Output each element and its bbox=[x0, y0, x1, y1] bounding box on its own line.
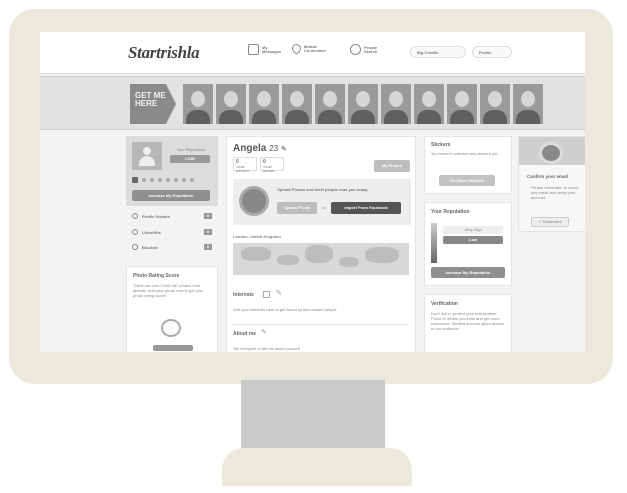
upload-photo-icon bbox=[239, 186, 269, 216]
reputation-label: Your Reputation bbox=[176, 147, 206, 152]
edit-pencil-icon[interactable]: ✎ bbox=[261, 328, 267, 336]
interests-checkbox[interactable] bbox=[263, 291, 270, 298]
confirm-email-card: Confirm your email Please remember to ch… bbox=[518, 136, 585, 232]
count-badge: 0 bbox=[204, 229, 212, 235]
member-photo[interactable] bbox=[183, 84, 213, 124]
member-photo[interactable] bbox=[381, 84, 411, 124]
nav-messages-label: My Messages bbox=[262, 44, 282, 54]
divider bbox=[233, 324, 409, 325]
email-sent-button[interactable]: ✓ Email sent bbox=[531, 217, 569, 227]
upload-photo-button[interactable]: Upload Photo bbox=[277, 202, 317, 214]
block-icon bbox=[132, 244, 138, 250]
member-photo[interactable] bbox=[447, 84, 477, 124]
increase-reputation-button[interactable]: Increase My Reputation bbox=[132, 190, 210, 201]
menu-profile-visitors[interactable]: Profile Visitors 0 bbox=[132, 213, 212, 219]
profile-label: Profile bbox=[479, 50, 492, 55]
check-icon: ✓ bbox=[538, 219, 542, 224]
search-icon bbox=[350, 44, 361, 55]
member-photo[interactable] bbox=[513, 84, 543, 124]
profile-name: Angela bbox=[233, 143, 267, 154]
heart-icon bbox=[290, 42, 303, 55]
email-sent-label: Email sent bbox=[542, 219, 562, 224]
menu-label: Profile Visitors bbox=[142, 213, 171, 219]
stickers-text: You haven't collected any stickers yet. bbox=[431, 151, 499, 156]
about-label: About me bbox=[233, 331, 257, 337]
get-stickers-button[interactable]: Get More Stickers bbox=[439, 175, 495, 186]
upload-title: Upload Photos and meet people near you t… bbox=[277, 187, 369, 192]
increase-reputation-button[interactable]: Increase My Reputation bbox=[431, 267, 505, 278]
location-label: London, United Kingdom bbox=[233, 234, 281, 239]
site-logo[interactable]: Startrishla bbox=[128, 43, 200, 63]
member-photo[interactable] bbox=[348, 84, 378, 124]
confirm-email-title: Confirm your email bbox=[527, 174, 569, 179]
nav-mutual[interactable]: Mutual Connection bbox=[290, 42, 326, 55]
profile-name-row: Angela 23 ✎ bbox=[233, 143, 287, 154]
reputation-summary: Your Reputation LOW Increase My Reputati… bbox=[126, 136, 218, 206]
member-photo[interactable] bbox=[414, 84, 444, 124]
profile-button[interactable]: Profile bbox=[472, 46, 512, 58]
stat-label: YOUR ACTIVITY bbox=[236, 165, 250, 173]
members-banner: GET ME HERE bbox=[40, 76, 585, 130]
verification-card: Verification Don't fall in, protect your… bbox=[424, 294, 512, 352]
import-facebook-button[interactable]: Import From Facebook bbox=[331, 202, 401, 214]
photo-rating-title: Photo Rating Score bbox=[133, 273, 180, 279]
profile-age: 23 bbox=[269, 144, 279, 153]
count-badge: 0 bbox=[204, 213, 212, 219]
eye-icon bbox=[132, 213, 138, 219]
stickers-title: Stickers bbox=[431, 142, 451, 148]
reputation-level-high: Very High bbox=[443, 226, 503, 234]
add-photo-button[interactable] bbox=[153, 345, 193, 351]
get-me-here-button[interactable]: GET ME HERE bbox=[130, 84, 176, 124]
count-badge: 0 bbox=[204, 244, 212, 250]
reputation-level: LOW bbox=[170, 155, 210, 163]
location-map[interactable] bbox=[233, 243, 409, 275]
avatar[interactable] bbox=[132, 142, 162, 170]
credits-label: Big Credits bbox=[417, 50, 439, 55]
reputation-level-current: Low bbox=[443, 236, 503, 244]
verification-text: Don't fall in, protect your real profile… bbox=[431, 311, 505, 331]
member-photo[interactable] bbox=[249, 84, 279, 124]
stat-box-activity: 0 YOUR ACTIVITY bbox=[233, 157, 257, 173]
menu-label: Likes/Hits bbox=[142, 229, 161, 235]
credits-button[interactable]: Big Credits bbox=[410, 46, 466, 58]
photo-rating-card: Photo Rating Score There are over 3,000,… bbox=[126, 266, 218, 352]
reputation-progress bbox=[132, 177, 194, 183]
stat-box-rating: 0 YOUR RATING bbox=[260, 157, 284, 173]
about-hint: Tell everyone a little bit about yoursel… bbox=[233, 346, 300, 351]
nav-messages[interactable]: My Messages bbox=[248, 44, 282, 55]
member-photo[interactable] bbox=[480, 84, 510, 124]
stickers-card: Stickers You haven't collected any stick… bbox=[424, 136, 512, 194]
stat-label: YOUR RATING bbox=[263, 165, 275, 173]
reputation-meter bbox=[431, 223, 437, 263]
upload-panel: Upload Photos and meet people near you t… bbox=[233, 179, 411, 225]
messages-icon bbox=[248, 44, 259, 55]
screen: Startrishla My Messages Mutual Connectio… bbox=[40, 32, 585, 352]
member-photo[interactable] bbox=[315, 84, 345, 124]
verification-title: Verification bbox=[431, 301, 458, 307]
nav-mutual-label: Mutual Connection bbox=[304, 43, 326, 53]
monitor-stand-neck bbox=[241, 380, 385, 455]
nav-search-label: People Search bbox=[364, 44, 378, 54]
edit-pencil-icon[interactable]: ✎ bbox=[281, 146, 287, 153]
top-bar: Startrishla My Messages Mutual Connectio… bbox=[40, 32, 585, 74]
menu-label: Blocked bbox=[142, 244, 158, 250]
camera-icon bbox=[161, 319, 181, 337]
menu-likes[interactable]: Likes/Hits 0 bbox=[132, 229, 212, 235]
interests-label: Interests bbox=[233, 292, 254, 298]
or-label: or bbox=[322, 205, 326, 210]
interests-hint: Add your interests here to get found by … bbox=[233, 307, 337, 312]
heart-icon bbox=[132, 229, 138, 235]
confirm-email-text: Please remember to check any email and v… bbox=[531, 185, 579, 200]
monitor-stand-base bbox=[222, 448, 412, 486]
reputation-title: Your Reputation bbox=[431, 209, 470, 215]
member-photo[interactable] bbox=[216, 84, 246, 124]
member-photo[interactable] bbox=[282, 84, 312, 124]
menu-blocked[interactable]: Blocked 0 bbox=[132, 244, 212, 250]
nav-search[interactable]: People Search bbox=[350, 44, 380, 55]
photo-rating-text: There are over 3,000,987 photos here alr… bbox=[133, 283, 204, 298]
email-icon bbox=[539, 142, 563, 164]
edit-pencil-icon[interactable]: ✎ bbox=[276, 289, 282, 297]
reputation-card: Your Reputation Very High Low Increase M… bbox=[424, 202, 512, 286]
my-photos-button[interactable]: My Photos bbox=[374, 160, 410, 172]
